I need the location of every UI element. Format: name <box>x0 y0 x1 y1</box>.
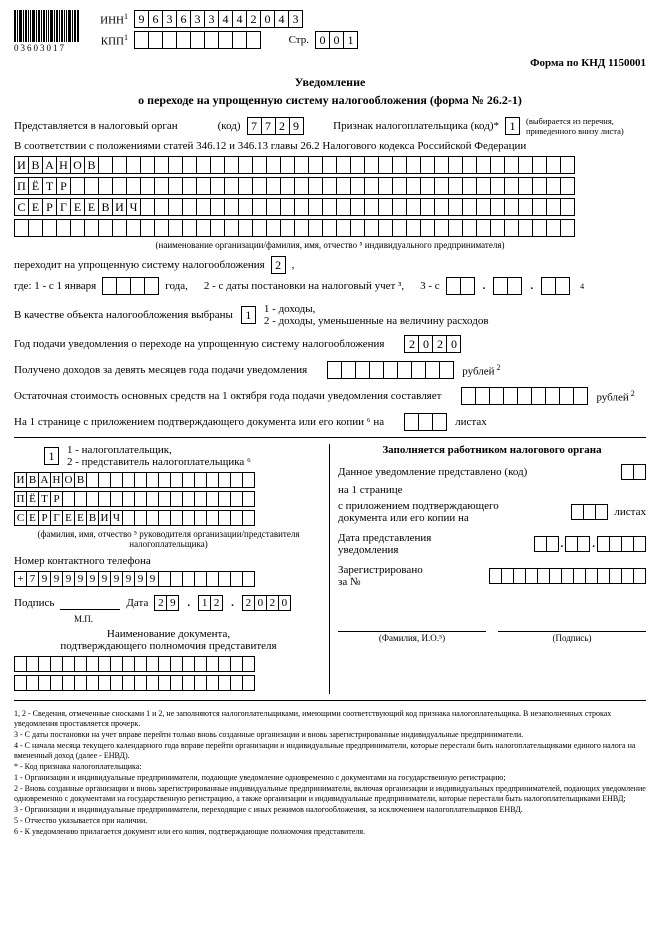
sig-fio: (Фамилия, И.О.⁵) <box>338 633 486 643</box>
where-year <box>102 277 159 295</box>
where2: 2 - с даты постановки на налоговый учет … <box>204 280 404 292</box>
barcode-number: 03603017 <box>14 43 80 53</box>
priznak-hint: (выбирается из перечня, приведенного вни… <box>526 116 646 136</box>
where1: где: 1 - с 1 января <box>14 280 96 292</box>
date-y: 2020 <box>242 595 291 611</box>
tax-code-cells: 7729 <box>247 117 304 135</box>
rd1 <box>534 536 559 552</box>
title-1: Уведомление <box>14 75 646 90</box>
accord-text: В соответствии с положениями статей 346.… <box>14 140 646 152</box>
r-pres-code <box>621 464 646 480</box>
right-title: Заполняется работником налогового органа <box>338 444 646 456</box>
date-d: 29 <box>154 595 179 611</box>
doc-cap1: Наименование документа, <box>14 628 323 640</box>
inn-cells: 963633442043 <box>134 10 303 28</box>
who2: 2 - представитель налогоплательщика ⁶ <box>67 456 251 468</box>
year-label: Год подачи уведомления о переходе на упр… <box>14 338 384 350</box>
rub2: рублей <box>596 391 628 403</box>
goda: года, <box>165 280 188 292</box>
rub1: рублей <box>462 365 494 377</box>
r-attach2: документа или его копии на <box>338 512 499 524</box>
priznak-label: Признак налогоплательщика (код)* <box>333 120 499 132</box>
r-reg2: за № <box>338 576 423 588</box>
r-date2: уведомления <box>338 544 431 556</box>
income-cells <box>327 361 454 379</box>
r-date1: Дата представления <box>338 532 431 544</box>
str-label: Стр. <box>261 34 315 46</box>
title-2: о переходе на упрощенную систему налогоо… <box>14 93 646 108</box>
year-cells: 2020 <box>404 335 461 353</box>
r-attach-code <box>571 504 608 520</box>
attach-cells <box>404 413 447 431</box>
presented-label: Представляется в налоговый орган <box>14 120 178 132</box>
obj-opt2: 2 - доходы, уменьшенные на величину расх… <box>264 315 489 327</box>
phone-label: Номер контактного телефона <box>14 555 323 567</box>
obj-label: В качестве объекта налогообложения выбра… <box>14 309 233 321</box>
sign-name-block: ИВАНОВПЁТРСЕРГЕЕВИЧ <box>14 472 323 526</box>
sup4: 4 <box>580 282 584 291</box>
r-attach1: с приложением подтверждающего <box>338 500 499 512</box>
name-block: ИВАНОВПЁТРСЕРГЕЕВИЧ <box>14 156 646 237</box>
rd2 <box>565 536 590 552</box>
kpp-cells <box>134 31 261 49</box>
doc-block <box>14 656 323 691</box>
sig-pod: (Подпись) <box>498 633 646 643</box>
footnotes: 1, 2 - Сведения, отмеченные сносками 1 и… <box>14 709 646 837</box>
who-code: 1 <box>44 447 59 465</box>
d1 <box>446 277 475 295</box>
priznak-cells: 1 <box>505 117 520 135</box>
trans-label: переходит на упрощенную систему налогооб… <box>14 259 265 271</box>
sign-label: Подпись <box>14 597 54 609</box>
obj-code: 1 <box>241 306 256 324</box>
date-m: 12 <box>198 595 223 611</box>
ost-label: Остаточная стоимость основных средств на… <box>14 390 441 402</box>
rd3 <box>597 536 646 552</box>
name-caption: (наименование организации/фамилия, имя, … <box>14 240 646 250</box>
income-label: Получено доходов за девять месяцев года … <box>14 364 307 376</box>
r-page: на 1 странице <box>338 484 646 496</box>
doc-cap2: подтверждающего полномочия представителя <box>14 640 323 652</box>
d3 <box>541 277 570 295</box>
str-cells: 001 <box>315 31 358 49</box>
date-label: Дата <box>126 597 148 609</box>
d2 <box>493 277 522 295</box>
who1: 1 - налогоплательщик, <box>67 444 251 456</box>
sign-cap: (фамилия, имя, отчество ⁵ руководителя о… <box>14 529 323 549</box>
r-reg-code <box>489 568 646 584</box>
kpp-label: КПП <box>101 35 124 47</box>
trans-comma: , <box>292 259 295 271</box>
barcode: 03603017 <box>14 10 80 53</box>
r-listah: листах <box>614 506 646 518</box>
inn-label: ИНН <box>100 14 124 26</box>
where3: 3 - с <box>420 280 440 292</box>
kod-label: (код) <box>178 120 247 132</box>
obj-opt1: 1 - доходы, <box>264 303 489 315</box>
r-reg1: Зарегистрировано <box>338 564 423 576</box>
attach-label: На 1 странице с приложением подтверждающ… <box>14 416 384 428</box>
mp: М.П. <box>74 614 323 624</box>
listah: листах <box>455 416 487 428</box>
trans-code: 2 <box>271 256 286 274</box>
ost-cells <box>461 387 588 405</box>
r-presented: Данное уведомление представлено (код) <box>338 466 527 478</box>
knd-code: Форма по КНД 1150001 <box>14 57 646 69</box>
phone-cells: +79999999999 <box>14 571 323 587</box>
